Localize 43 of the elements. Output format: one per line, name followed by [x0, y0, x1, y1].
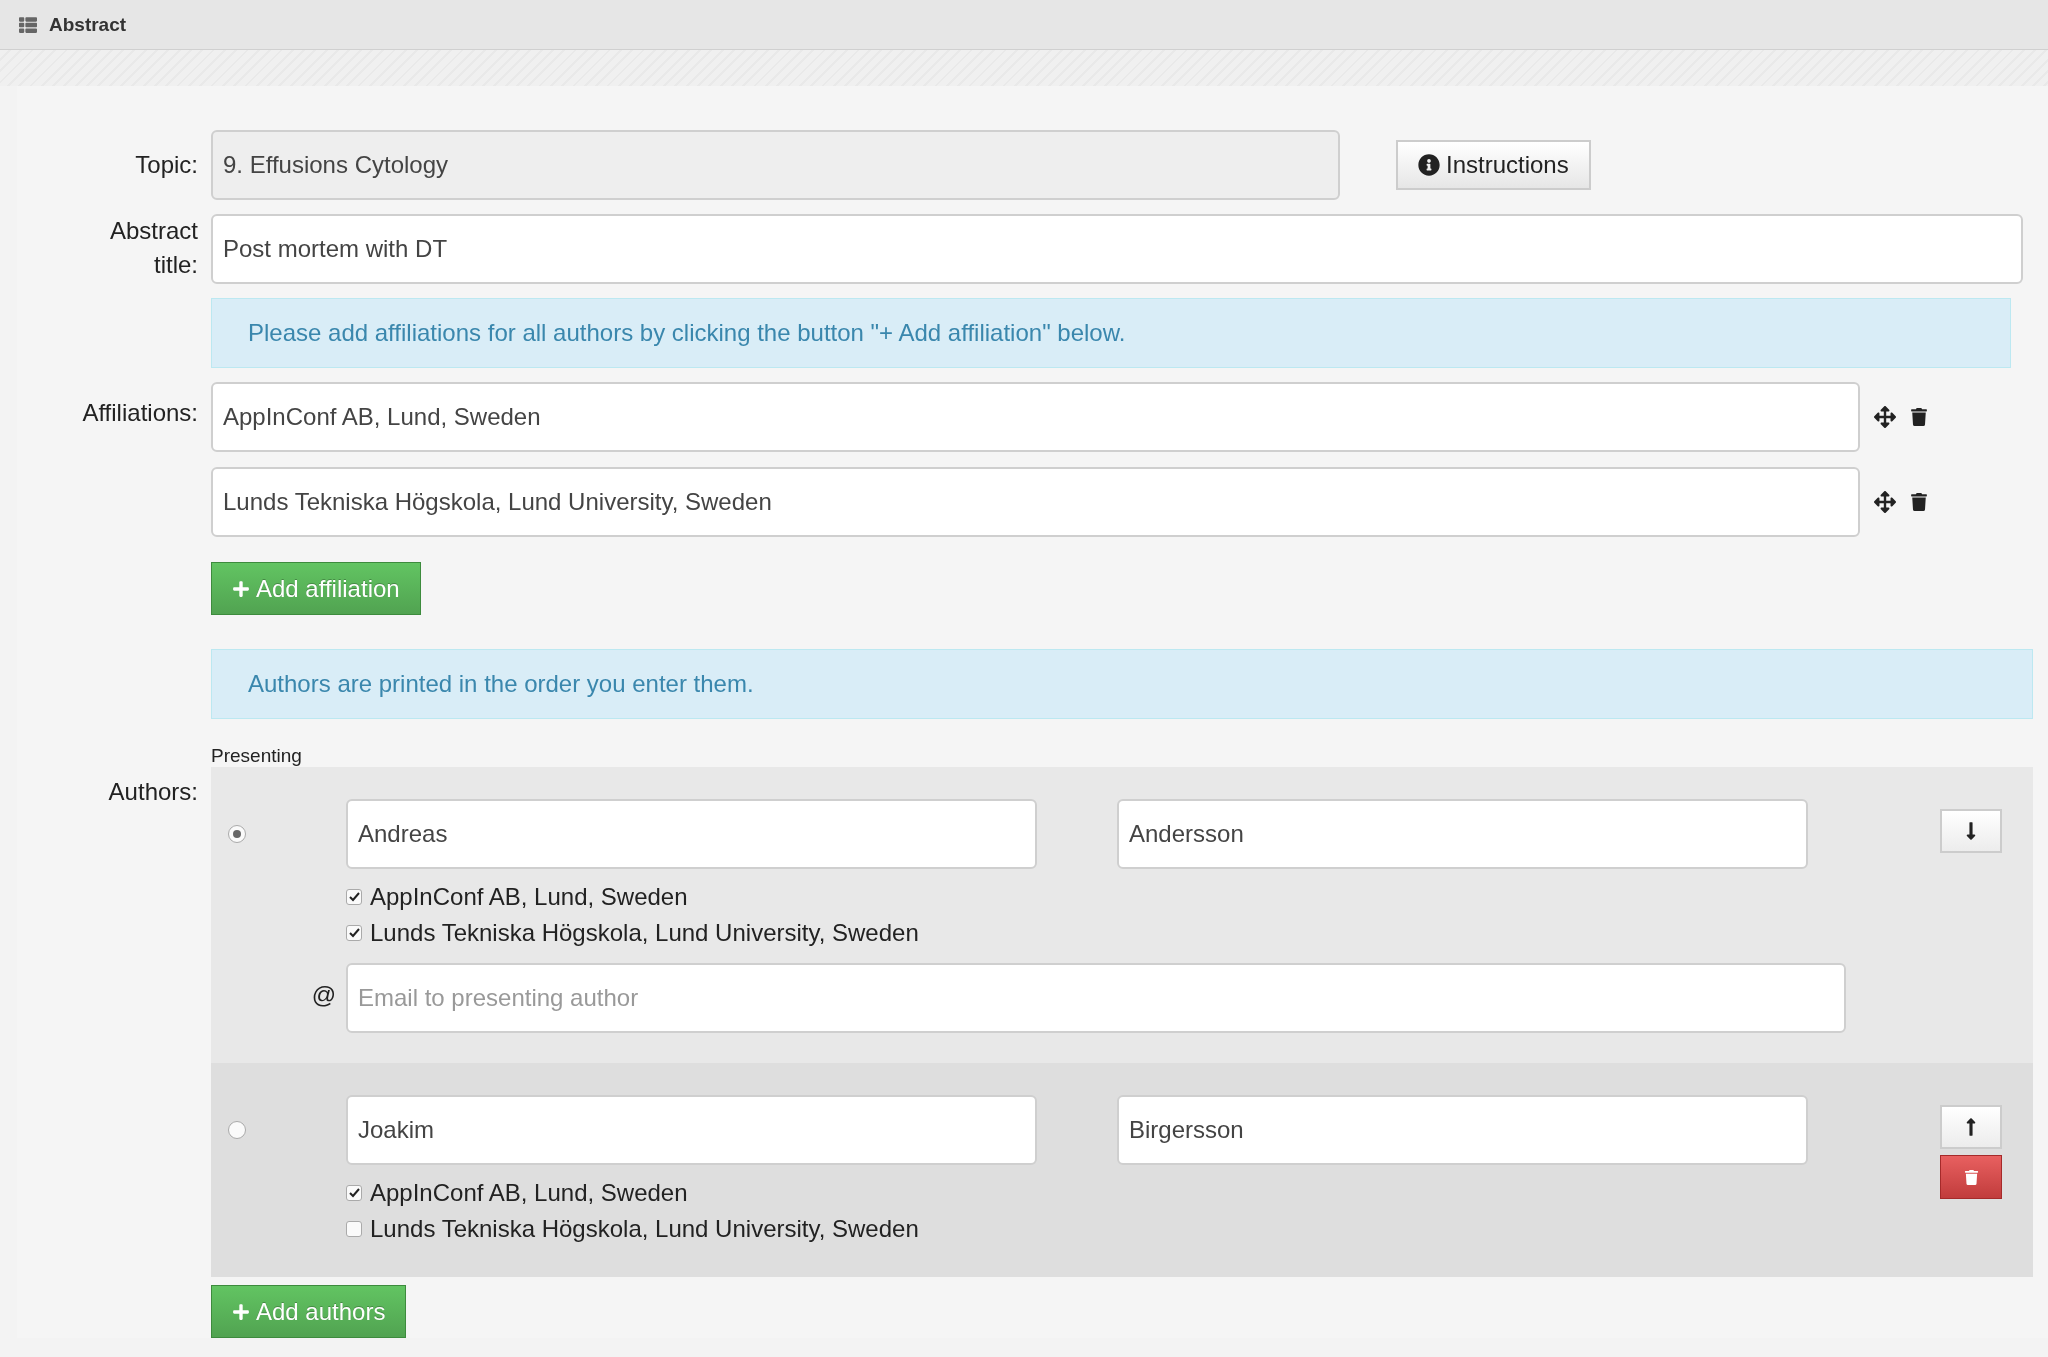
- checkmark-icon: [348, 928, 360, 938]
- checkmark-icon: [348, 892, 360, 902]
- info-notice: Please add affiliations for all authors by clicking the button "+ Add affiliation" below.: [211, 298, 2011, 368]
- info-icon: [1418, 154, 1440, 176]
- checkmark-icon: [348, 1188, 360, 1198]
- list-icon: [19, 15, 37, 34]
- presenting-radio[interactable]: [228, 1121, 246, 1139]
- affiliation-field[interactable]: AppInConf AB, Lund, Sweden: [211, 382, 1860, 452]
- checkbox-label: AppInConf AB, Lund, Sweden: [370, 883, 688, 911]
- panel-title: Abstract: [49, 13, 127, 36]
- trash-icon: [1963, 1169, 1979, 1185]
- instructions-button[interactable]: Instructions: [1396, 140, 1591, 190]
- delete-button[interactable]: [1940, 1155, 2002, 1199]
- move-down-button[interactable]: [1940, 809, 2002, 853]
- last-name-field[interactable]: Birgersson: [1117, 1095, 1808, 1165]
- checkbox-label: AppInConf AB, Lund, Sweden: [370, 1179, 688, 1207]
- column-label: Presenting: [211, 745, 303, 767]
- info-notice: Authors are printed in the order you enter them.: [211, 649, 2033, 719]
- at-sign: @: [311, 981, 336, 1009]
- first-name-field[interactable]: Andreas: [346, 799, 1037, 869]
- last-name-field[interactable]: Andersson: [1117, 799, 1808, 869]
- move-icon[interactable]: [1874, 491, 1896, 513]
- abstract-title-field[interactable]: Post mortem with DT: [211, 214, 2023, 284]
- move-icon[interactable]: [1874, 406, 1896, 428]
- checkbox[interactable]: [346, 1221, 362, 1237]
- plus-icon: [232, 579, 250, 598]
- field-label: Topic:: [134, 150, 198, 180]
- first-name-field[interactable]: Joakim: [346, 1095, 1037, 1165]
- field-label: Affiliations:: [81, 398, 198, 428]
- field-label: Abstract title:: [108, 216, 198, 280]
- move-up-button[interactable]: [1940, 1105, 2002, 1149]
- trash-icon[interactable]: [1910, 408, 1928, 426]
- checkbox-label: Lunds Tekniska Högskola, Lund University, Sweden: [370, 1215, 919, 1243]
- checkbox[interactable]: [346, 889, 362, 905]
- checkbox[interactable]: [346, 925, 362, 941]
- checkbox-label: Lunds Tekniska Högskola, Lund University, Sweden: [370, 919, 919, 947]
- checkbox[interactable]: [346, 1185, 362, 1201]
- affiliation-field[interactable]: Lunds Tekniska Högskola, Lund University, Sweden: [211, 467, 1860, 537]
- plus-icon: [232, 1302, 250, 1321]
- email-field[interactable]: Email to presenting author: [346, 963, 1846, 1033]
- trash-icon[interactable]: [1910, 493, 1928, 511]
- field-label: Authors:: [107, 777, 198, 807]
- presenting-radio[interactable]: [228, 825, 246, 843]
